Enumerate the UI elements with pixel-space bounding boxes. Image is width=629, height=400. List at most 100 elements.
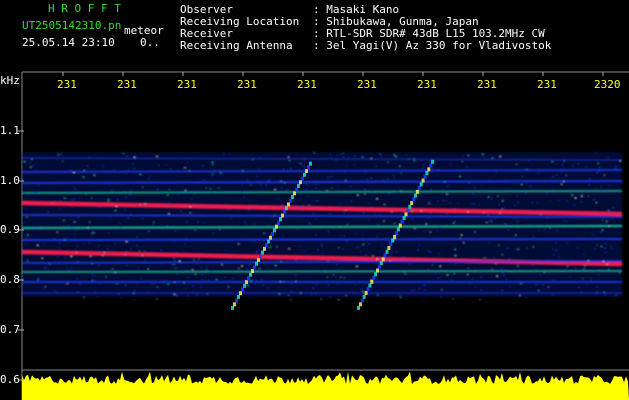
- noise-speckle: [300, 163, 302, 165]
- noise-speckle: [248, 209, 250, 210]
- noise-speckle: [160, 249, 163, 251]
- noise-speckle: [496, 195, 499, 197]
- noise-speckle: [498, 180, 500, 182]
- noise-speckle: [177, 194, 179, 196]
- noise-speckle: [480, 289, 482, 291]
- noise-speckle: [136, 236, 138, 238]
- noise-speckle: [339, 226, 341, 228]
- noise-speckle: [64, 257, 66, 258]
- noise-speckle: [553, 254, 555, 256]
- noise-speckle: [188, 170, 190, 172]
- noise-speckle: [600, 186, 603, 188]
- noise-speckle: [601, 229, 604, 231]
- noise-speckle: [98, 251, 100, 253]
- noise-speckle: [60, 153, 62, 155]
- noise-speckle: [356, 265, 358, 267]
- noise-speckle: [519, 294, 521, 295]
- noise-speckle: [405, 298, 408, 300]
- noise-speckle: [287, 156, 290, 158]
- noise-speckle: [539, 214, 542, 216]
- noise-speckle: [395, 156, 397, 158]
- noise-speckle: [389, 260, 391, 262]
- noise-speckle: [255, 280, 258, 282]
- noise-speckle: [213, 169, 215, 171]
- noise-speckle: [104, 251, 106, 253]
- noise-speckle: [139, 173, 141, 175]
- noise-speckle: [187, 162, 189, 164]
- noise-speckle: [468, 283, 471, 284]
- noise-speckle: [352, 291, 354, 293]
- noise-speckle: [235, 207, 237, 209]
- noise-speckle: [587, 195, 590, 197]
- noise-speckle: [42, 243, 45, 244]
- meteor-echo: [431, 159, 435, 164]
- noise-speckle: [326, 190, 328, 192]
- meteor-echo: [393, 234, 397, 239]
- noise-speckle: [300, 292, 302, 294]
- noise-speckle: [288, 160, 291, 162]
- noise-speckle: [98, 264, 100, 266]
- noise-speckle: [611, 247, 614, 249]
- noise-speckle: [192, 292, 194, 294]
- noise-speckle: [275, 215, 278, 217]
- noise-speckle: [564, 227, 566, 229]
- noise-speckle: [321, 257, 324, 259]
- noise-speckle: [591, 234, 594, 235]
- noise-speckle: [573, 204, 576, 206]
- noise-speckle: [173, 241, 175, 243]
- noise-speckle: [128, 193, 131, 195]
- meteor-echo: [370, 279, 374, 284]
- noise-speckle: [447, 274, 449, 276]
- noise-speckle: [183, 282, 185, 284]
- noise-speckle: [297, 228, 299, 230]
- noise-speckle: [223, 276, 226, 278]
- noise-speckle: [41, 257, 43, 259]
- noise-speckle: [119, 226, 121, 228]
- noise-speckle: [76, 245, 79, 247]
- noise-speckle: [303, 159, 305, 160]
- meteor-echo: [239, 291, 242, 296]
- noise-speckle: [245, 223, 247, 225]
- meteor-echo: [257, 257, 260, 262]
- noise-speckle: [491, 221, 493, 223]
- noise-speckle: [34, 168, 37, 170]
- noise-speckle: [441, 189, 444, 191]
- noise-speckle: [212, 164, 214, 166]
- noise-speckle: [174, 260, 176, 262]
- x-tick-label: 231: [537, 78, 557, 91]
- noise-speckle: [94, 291, 97, 293]
- meteor-echo: [379, 261, 383, 265]
- noise-speckle: [119, 223, 121, 224]
- noise-speckle: [509, 286, 511, 288]
- meteor-echo: [267, 239, 270, 244]
- noise-speckle: [379, 213, 382, 215]
- meteor-echo: [273, 228, 276, 233]
- noise-speckle: [535, 268, 537, 270]
- noise-speckle: [227, 286, 230, 288]
- noise-speckle: [72, 207, 74, 208]
- noise-speckle: [211, 162, 214, 163]
- meteor-echo: [412, 197, 416, 202]
- noise-speckle: [566, 200, 569, 202]
- noise-speckle: [345, 179, 347, 181]
- noise-speckle: [148, 230, 150, 232]
- noise-speckle: [73, 221, 76, 223]
- noise-speckle: [73, 198, 75, 200]
- noise-speckle: [219, 169, 221, 171]
- meteor-echo: [402, 216, 406, 220]
- noise-speckle: [520, 184, 523, 185]
- noise-speckle: [193, 193, 196, 195]
- noise-speckle: [383, 203, 386, 205]
- noise-speckle: [64, 202, 67, 204]
- noise-speckle: [501, 272, 504, 274]
- noise-speckle: [514, 204, 516, 206]
- noise-speckle: [267, 267, 270, 269]
- noise-speckle: [572, 271, 574, 273]
- noise-speckle: [279, 281, 282, 283]
- noise-speckle: [555, 174, 558, 176]
- noise-speckle: [295, 260, 297, 262]
- noise-speckle: [281, 188, 283, 189]
- noise-speckle: [428, 203, 430, 205]
- meteor-echo: [303, 172, 306, 177]
- noise-speckle: [185, 237, 188, 239]
